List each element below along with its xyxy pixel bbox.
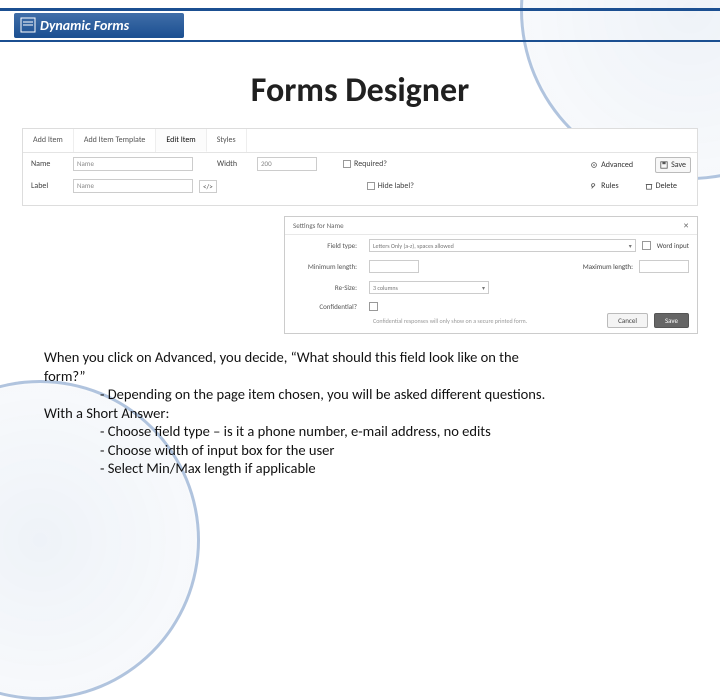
resize-value: 3 columns xyxy=(373,284,398,292)
label-input[interactable]: Name xyxy=(73,179,193,193)
wrench-icon xyxy=(590,182,598,190)
gear-icon xyxy=(590,161,598,169)
confidential-checkbox[interactable] xyxy=(369,302,378,311)
line5: - Choose field type – is it a phone numb… xyxy=(44,422,676,441)
hide-label-checkbox[interactable]: Hide label? xyxy=(367,181,414,191)
required-checkbox[interactable]: Required? xyxy=(343,159,387,169)
chevron-down-icon: ▾ xyxy=(482,284,485,292)
resize-label: Re-Size: xyxy=(293,283,363,292)
save-label: Save xyxy=(671,160,686,170)
label-label: Label xyxy=(31,181,73,191)
advanced-button[interactable]: Advanced xyxy=(586,157,637,173)
action-column: Advanced Save Rules Delete xyxy=(586,157,691,193)
line3: - Depending on the page item chosen, you… xyxy=(44,385,676,404)
required-label: Required? xyxy=(354,159,387,169)
close-icon[interactable]: ✕ xyxy=(683,221,689,230)
field-type-value: Letters Only (a-z), spaces allowed xyxy=(373,242,454,250)
resize-select[interactable]: 3 columns ▾ xyxy=(369,281,489,294)
rules-label: Rules xyxy=(601,181,619,191)
tab-add-item[interactable]: Add Item xyxy=(23,129,74,152)
tab-bar: Add Item Add Item Template Edit Item Sty… xyxy=(23,129,697,153)
max-length-label: Maximum length: xyxy=(583,262,633,271)
code-icon[interactable]: </> xyxy=(199,180,217,193)
trash-icon xyxy=(645,182,653,190)
width-label: Width xyxy=(217,159,257,169)
line6: - Choose width of input box for the user xyxy=(44,441,676,460)
line4: With a Short Answer: xyxy=(44,404,169,422)
tab-add-item-template[interactable]: Add Item Template xyxy=(74,129,157,152)
tab-styles[interactable]: Styles xyxy=(207,129,247,152)
settings-title: Settings for Name xyxy=(293,221,344,230)
word-input-checkbox[interactable] xyxy=(642,241,651,250)
line1: When you click on Advanced, you decide, … xyxy=(44,348,519,366)
width-input[interactable]: 200 xyxy=(257,157,317,171)
min-length-label: Minimum length: xyxy=(293,262,363,271)
min-length-input[interactable] xyxy=(369,260,419,273)
field-type-label: Field type: xyxy=(293,241,363,250)
settings-dialog: Settings for Name ✕ Field type: Letters … xyxy=(284,216,698,334)
chevron-down-icon: ▾ xyxy=(629,242,632,250)
hide-label-label: Hide label? xyxy=(378,181,414,191)
checkbox-icon xyxy=(367,182,375,190)
line7: - Select Min/Max length if applicable xyxy=(44,459,676,478)
confidential-label: Confidential? xyxy=(293,302,363,311)
logo-text: Dynamic Forms xyxy=(40,17,129,34)
save-button[interactable]: Save xyxy=(655,157,691,173)
cancel-button[interactable]: Cancel xyxy=(607,313,648,328)
name-input[interactable]: Name xyxy=(73,157,193,171)
checkbox-icon xyxy=(343,160,351,168)
header-stripe-top xyxy=(0,8,720,11)
form-icon xyxy=(20,17,36,33)
save-button[interactable]: Save xyxy=(654,313,689,328)
field-type-select[interactable]: Letters Only (a-z), spaces allowed ▾ xyxy=(369,239,636,252)
max-length-input[interactable] xyxy=(639,260,689,273)
edit-item-panel: Add Item Add Item Template Edit Item Sty… xyxy=(22,128,698,206)
advanced-label: Advanced xyxy=(601,160,633,170)
line2: form?” xyxy=(44,367,85,385)
delete-label: Delete xyxy=(656,181,677,191)
page-title: Forms Designer xyxy=(0,70,720,111)
tab-edit-item[interactable]: Edit Item xyxy=(156,129,206,152)
save-icon xyxy=(660,161,668,169)
body-text: When you click on Advanced, you decide, … xyxy=(44,348,676,478)
rules-button[interactable]: Rules xyxy=(586,179,623,193)
word-input-label: Word input xyxy=(657,241,689,250)
logo: Dynamic Forms xyxy=(14,13,184,38)
delete-button[interactable]: Delete xyxy=(641,179,681,193)
name-label: Name xyxy=(31,159,73,169)
header-stripe-bottom xyxy=(0,40,720,42)
